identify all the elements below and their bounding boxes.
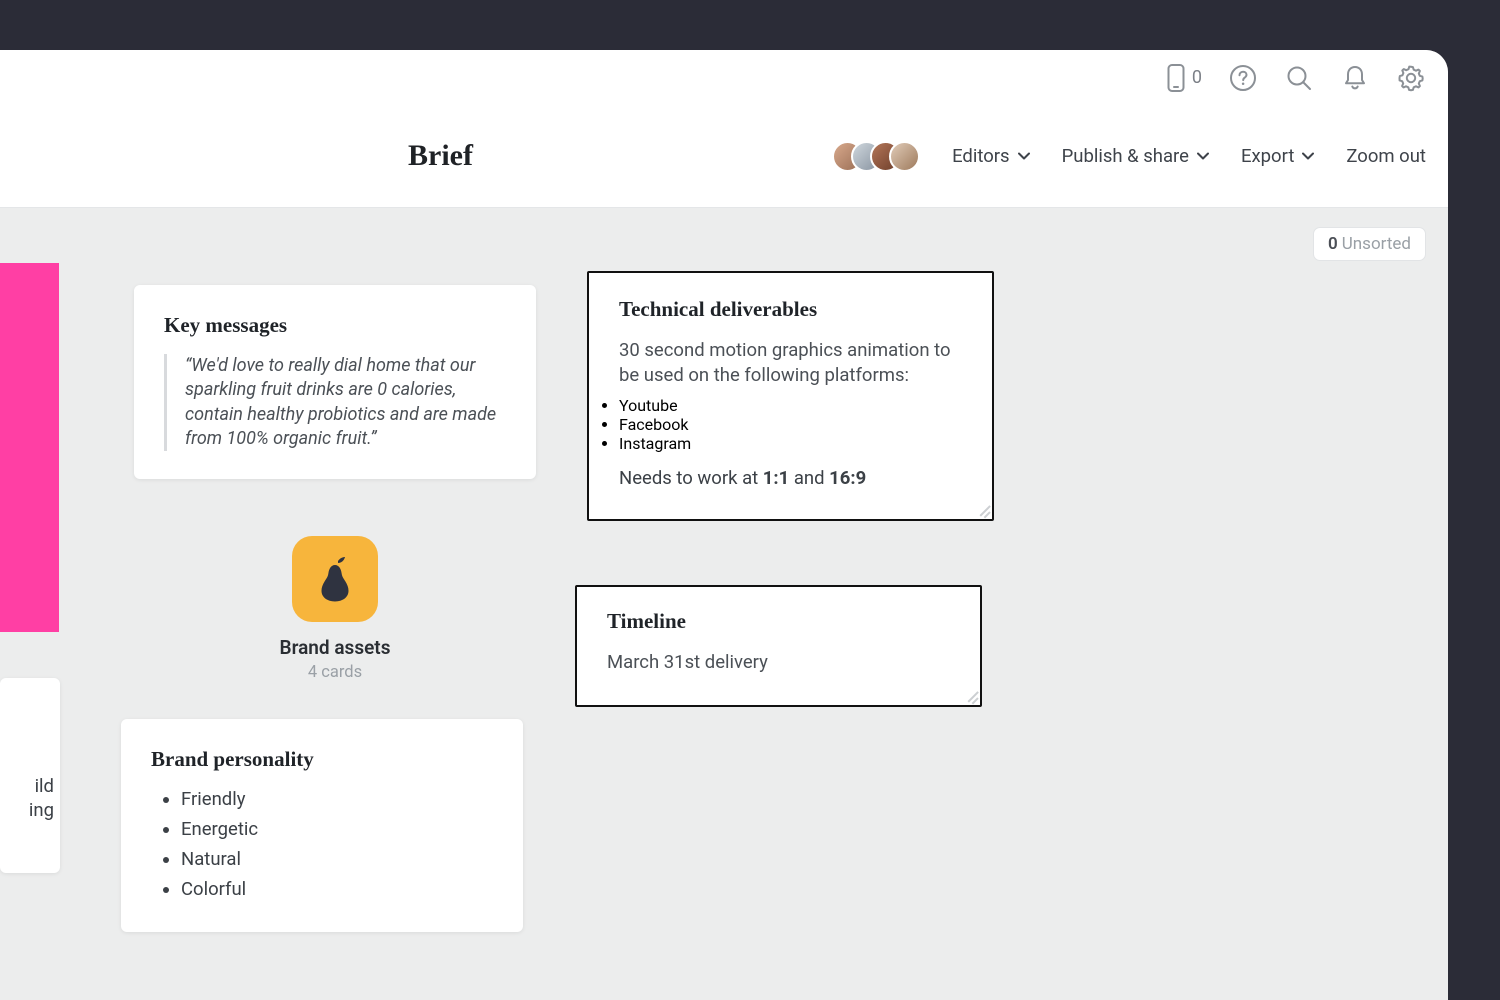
- gear-icon: [1396, 63, 1426, 93]
- outer-topbar: [0, 0, 1500, 50]
- mobile-preview-button[interactable]: 0: [1166, 63, 1202, 93]
- card-title: Brand personality: [151, 747, 493, 772]
- stack-name: Brand assets: [253, 636, 417, 659]
- publish-share-dropdown[interactable]: Publish & share: [1062, 145, 1209, 167]
- zoom-out-button[interactable]: Zoom out: [1346, 145, 1426, 167]
- app-window: 0 Brief Editors: [0, 50, 1448, 1000]
- text: and: [789, 467, 829, 489]
- unsorted-pill[interactable]: 0Unsorted: [1313, 227, 1426, 261]
- chevron-down-icon: [1197, 152, 1209, 160]
- list-item: Colorful: [181, 878, 493, 900]
- notifications-button[interactable]: [1340, 63, 1370, 93]
- outer-sidestrip: [1448, 50, 1500, 1000]
- technical-intro: 30 second motion graphics animation to b…: [619, 338, 962, 388]
- list-item: Energetic: [181, 818, 493, 840]
- search-button[interactable]: [1284, 63, 1314, 93]
- pear-icon: [315, 555, 355, 603]
- key-messages-card[interactable]: Key messages “We'd love to really dial h…: [134, 285, 536, 479]
- ratio-value: 1:1: [763, 467, 789, 489]
- chevron-down-icon: [1018, 152, 1030, 160]
- brand-assets-stack[interactable]: Brand assets 4 cards: [253, 536, 417, 682]
- editors-label: Editors: [952, 145, 1010, 167]
- timeline-body: March 31st delivery: [607, 650, 950, 675]
- resize-handle[interactable]: [976, 503, 990, 517]
- unsorted-count: 0: [1328, 234, 1338, 254]
- offscreen-pink-card[interactable]: [0, 263, 59, 632]
- mobile-count: 0: [1192, 67, 1202, 88]
- export-dropdown[interactable]: Export: [1241, 145, 1314, 167]
- key-messages-quote: “We'd love to really dial home that our …: [164, 354, 506, 451]
- help-button[interactable]: [1228, 63, 1258, 93]
- card-title: Key messages: [164, 313, 506, 338]
- list-item: Youtube: [619, 396, 962, 415]
- help-icon: [1228, 63, 1258, 93]
- avatar[interactable]: [889, 141, 920, 172]
- header-actions: Editors Publish & share Export Zoom out: [832, 141, 1426, 172]
- page-title: Brief: [408, 139, 473, 173]
- fragment-text: ing: [0, 798, 60, 822]
- offscreen-card-fragment[interactable]: ild ing: [0, 678, 60, 873]
- list-item: Natural: [181, 848, 493, 870]
- editors-dropdown[interactable]: Editors: [952, 145, 1030, 167]
- ratio-value: 16:9: [829, 467, 866, 489]
- app-toolbar: 0: [0, 50, 1448, 105]
- chevron-down-icon: [1302, 152, 1314, 160]
- search-icon: [1284, 63, 1314, 93]
- export-label: Export: [1241, 145, 1294, 167]
- list-item: Facebook: [619, 415, 962, 434]
- document-header: Brief Editors Publish & share Export: [0, 105, 1448, 208]
- list-item: Instagram: [619, 434, 962, 453]
- timeline-card[interactable]: Timeline March 31st delivery: [575, 585, 982, 707]
- technical-platforms-list: Youtube Facebook Instagram: [619, 396, 962, 453]
- brand-personality-list: Friendly Energetic Natural Colorful: [151, 788, 493, 900]
- stack-meta: 4 cards: [253, 663, 417, 682]
- brand-personality-card[interactable]: Brand personality Friendly Energetic Nat…: [121, 719, 523, 932]
- settings-button[interactable]: [1396, 63, 1426, 93]
- brand-assets-tile[interactable]: [292, 536, 378, 622]
- collaborator-avatars[interactable]: [832, 141, 920, 172]
- aspect-ratio-note: Needs to work at 1:1 and 16:9: [619, 467, 962, 489]
- publish-label: Publish & share: [1062, 145, 1189, 167]
- text: Needs to work at: [619, 467, 763, 489]
- list-item: Friendly: [181, 788, 493, 810]
- technical-deliverables-card[interactable]: Technical deliverables 30 second motion …: [587, 271, 994, 521]
- bell-icon: [1340, 63, 1370, 93]
- card-title: Technical deliverables: [619, 297, 962, 322]
- card-title: Timeline: [607, 609, 950, 634]
- fragment-text: ild: [0, 774, 60, 798]
- unsorted-label: Unsorted: [1342, 234, 1411, 254]
- zoom-label: Zoom out: [1346, 145, 1426, 167]
- resize-handle[interactable]: [964, 689, 978, 703]
- board-canvas[interactable]: 0Unsorted Key messages “We'd love to rea…: [0, 208, 1448, 1000]
- mobile-icon: [1166, 63, 1186, 93]
